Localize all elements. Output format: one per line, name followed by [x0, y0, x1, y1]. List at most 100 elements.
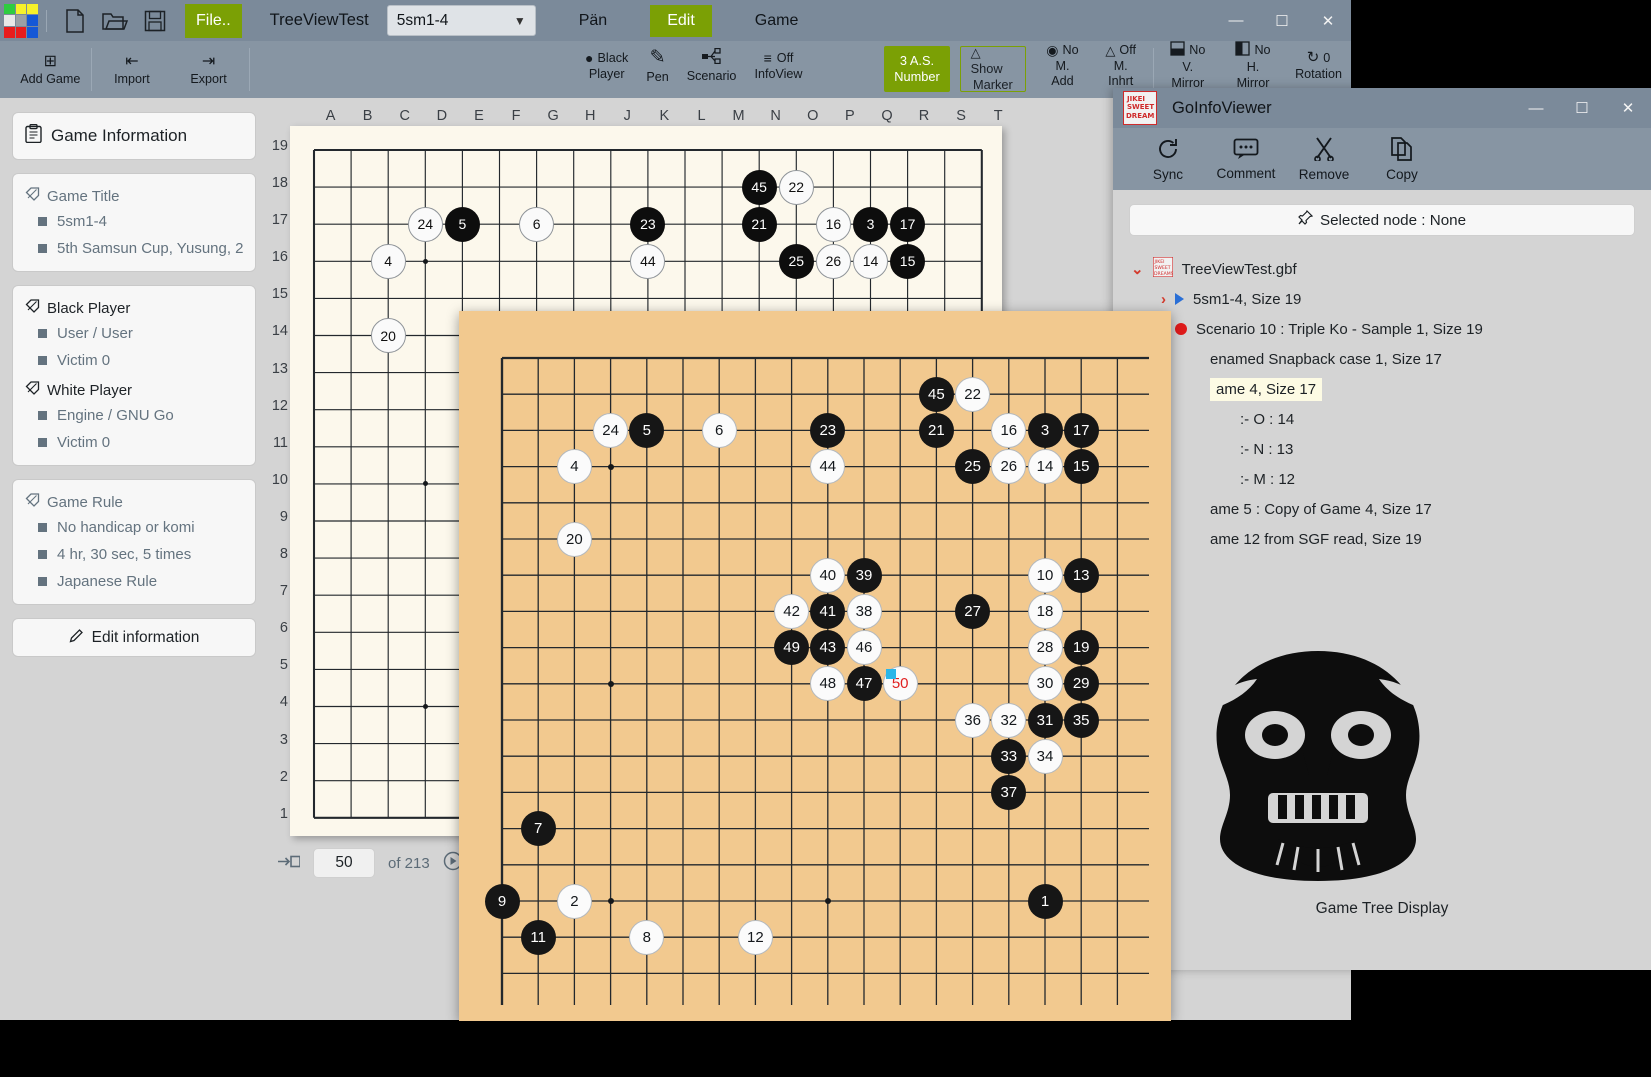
ribbon-v-mirror[interactable]: No V. Mirror	[1156, 41, 1220, 91]
go-stone[interactable]: 42	[774, 593, 810, 629]
tree-node[interactable]: ame 12 from SGF read, Size 19	[1113, 524, 1651, 554]
go-stone[interactable]: 25	[955, 449, 991, 485]
sync-button[interactable]: Sync	[1131, 130, 1205, 188]
comment-button[interactable]: Comment	[1209, 130, 1283, 188]
foreground-go-board[interactable]: 1 2 3 4 5 6 7 8 9 10 11 12 13 14 15 16 17 18 19 20 21 22 23 24 2…	[459, 311, 1171, 1021]
go-stone[interactable]: 14	[853, 243, 888, 279]
new-file-icon[interactable]	[55, 2, 95, 40]
go-stone[interactable]: 46	[846, 630, 882, 666]
game-select-dropdown[interactable]: 5sm1-4 ▼	[386, 5, 536, 36]
go-stone[interactable]: 20	[556, 521, 592, 557]
go-stone[interactable]: 50	[882, 666, 918, 702]
ribbon-pen[interactable]: ✎ Pen	[637, 41, 677, 91]
go-stone[interactable]: 3	[853, 206, 888, 242]
go-stone[interactable]: 1	[1027, 883, 1063, 919]
ribbon-h-mirror[interactable]: No H. Mirror	[1220, 41, 1286, 91]
go-stone[interactable]: 24	[593, 412, 629, 448]
go-stone[interactable]: 4	[370, 243, 406, 279]
tree-node[interactable]: :- M : 12	[1113, 464, 1651, 494]
go-stone[interactable]: 26	[815, 243, 851, 279]
edit-information-button[interactable]: Edit information	[12, 618, 256, 657]
tree-node[interactable]: ame 5 : Copy of Game 4, Size 17	[1113, 494, 1651, 524]
go-stone[interactable]: 25	[778, 243, 814, 279]
go-stone[interactable]: 6	[519, 206, 555, 242]
go-stone[interactable]: 22	[955, 376, 991, 412]
tree-node[interactable]: :- O : 14	[1113, 404, 1651, 434]
go-stone[interactable]: 13	[1063, 557, 1099, 593]
remove-button[interactable]: Remove	[1287, 130, 1361, 188]
go-stone[interactable]: 45	[918, 376, 954, 412]
chevron-down-icon[interactable]: ⌄	[1131, 260, 1144, 278]
ribbon-m-inhrt[interactable]: △ Off M. Inhrt	[1091, 41, 1151, 91]
giv-close-button[interactable]: ✕	[1605, 88, 1651, 128]
go-stone[interactable]: 7	[520, 811, 556, 847]
go-stone[interactable]: 27	[955, 593, 991, 629]
save-disk-icon[interactable]	[135, 2, 175, 40]
go-stone[interactable]: 16	[815, 206, 851, 242]
close-button[interactable]: ✕	[1305, 0, 1351, 41]
copy-button[interactable]: Copy	[1365, 130, 1439, 188]
go-stone[interactable]: 31	[1027, 702, 1063, 738]
go-stone[interactable]: 17	[1063, 412, 1099, 448]
ribbon-as-number-chip[interactable]: 3 A.S. Number	[884, 46, 950, 92]
go-stone[interactable]: 33	[991, 738, 1027, 774]
tab-edit[interactable]: Edit	[650, 4, 712, 37]
go-stone[interactable]: 9	[484, 883, 520, 919]
go-stone[interactable]: 5	[444, 206, 480, 242]
go-stone[interactable]: 36	[955, 702, 991, 738]
tree-node[interactable]: ame 4, Size 17	[1113, 374, 1651, 404]
go-stone[interactable]: 34	[1027, 738, 1063, 774]
go-stone[interactable]: 6	[701, 412, 737, 448]
go-stone[interactable]: 24	[407, 206, 443, 242]
go-stone[interactable]: 18	[1027, 593, 1063, 629]
go-stone[interactable]: 41	[810, 593, 846, 629]
giv-minimize-button[interactable]: —	[1513, 88, 1559, 128]
ribbon-black-player[interactable]: ● Black Player	[576, 41, 637, 91]
chevron-right-icon[interactable]: ›	[1161, 291, 1166, 308]
tree-node[interactable]: :- N : 13	[1113, 434, 1651, 464]
go-stone[interactable]: 15	[890, 243, 926, 279]
go-stone[interactable]: 40	[810, 557, 846, 593]
ribbon-rotation[interactable]: ↻ 0 Rotation	[1286, 41, 1351, 91]
minimize-button[interactable]: —	[1213, 0, 1259, 41]
go-stone[interactable]: 8	[629, 919, 665, 955]
go-stone[interactable]: 29	[1063, 666, 1099, 702]
go-stone[interactable]: 12	[737, 919, 773, 955]
go-stone[interactable]: 35	[1063, 702, 1099, 738]
ribbon-show-marker-chip[interactable]: △ Show Marker	[959, 45, 1027, 92]
tab-game[interactable]: Game	[738, 5, 816, 37]
file-menu-button[interactable]: File..	[185, 3, 242, 38]
go-stone[interactable]: 30	[1027, 666, 1063, 702]
go-stone[interactable]: 38	[846, 593, 882, 629]
go-stone[interactable]: 17	[890, 206, 926, 242]
ribbon-import[interactable]: ⇤ Import	[94, 41, 171, 98]
go-stone[interactable]: 23	[630, 206, 666, 242]
go-stone[interactable]: 32	[991, 702, 1027, 738]
go-stone[interactable]: 10	[1027, 557, 1063, 593]
go-stone[interactable]: 23	[810, 412, 846, 448]
open-folder-icon[interactable]	[95, 2, 135, 40]
jump-to-move-icon[interactable]	[278, 854, 301, 873]
go-stone[interactable]: 28	[1027, 630, 1063, 666]
go-stone[interactable]: 21	[918, 412, 954, 448]
go-stone[interactable]: 3	[1027, 412, 1063, 448]
go-stone[interactable]: 14	[1027, 449, 1063, 485]
go-stone[interactable]: 16	[991, 412, 1027, 448]
go-stone[interactable]: 44	[630, 243, 666, 279]
ribbon-add-game[interactable]: ⊞ Add Game	[12, 41, 89, 98]
ribbon-m-add[interactable]: ◉ No M. Add	[1034, 41, 1091, 91]
go-stone[interactable]: 5	[629, 412, 665, 448]
go-stone[interactable]: 19	[1063, 630, 1099, 666]
go-stone[interactable]: 37	[991, 774, 1027, 810]
ribbon-scenario[interactable]: Scenario	[678, 41, 746, 91]
go-stone[interactable]: 22	[778, 169, 814, 205]
ribbon-infoview[interactable]: ≡ Off InfoView	[745, 41, 811, 91]
maximize-button[interactable]: ☐	[1259, 0, 1305, 41]
giv-maximize-button[interactable]: ☐	[1559, 88, 1605, 128]
go-stone[interactable]: 11	[520, 919, 556, 955]
go-stone[interactable]: 49	[774, 630, 810, 666]
go-stone[interactable]: 4	[556, 449, 592, 485]
go-stone[interactable]: 39	[846, 557, 882, 593]
go-stone[interactable]: 20	[370, 318, 406, 353]
tree-node[interactable]: ›Scenario 10 : Triple Ko - Sample 1, Siz…	[1113, 314, 1651, 344]
